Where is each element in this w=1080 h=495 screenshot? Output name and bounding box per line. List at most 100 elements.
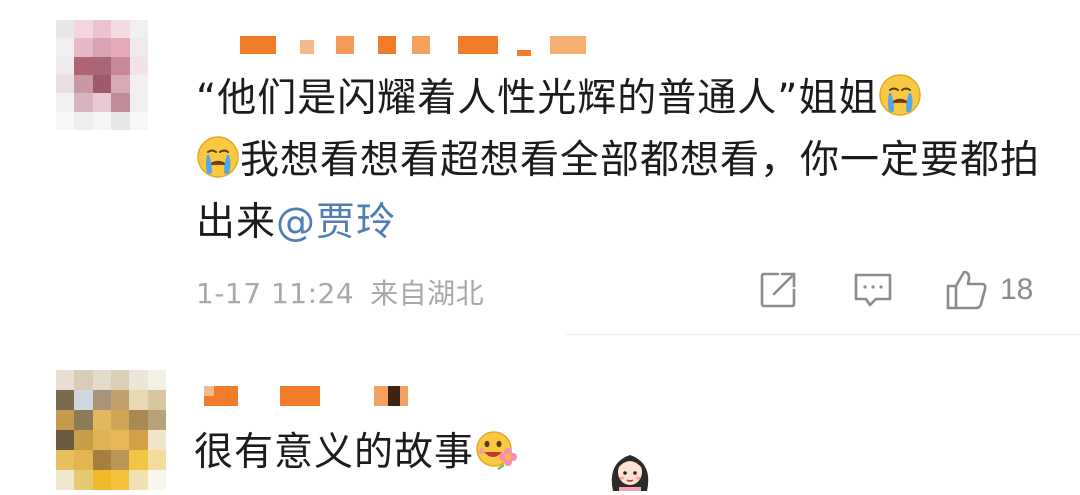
username-block xyxy=(204,386,214,396)
avatar-mosaic-tile xyxy=(56,56,75,75)
comment-divider xyxy=(566,334,1080,335)
avatar-mosaic-tile xyxy=(74,20,93,39)
avatar-mosaic-tile xyxy=(111,56,130,75)
avatar-mosaic-tile xyxy=(129,410,148,430)
avatar-mosaic-tile xyxy=(74,370,93,390)
avatar-mosaic-tile xyxy=(92,93,112,112)
comment-text: 很有意义的故事 xyxy=(194,422,518,484)
avatar-mosaic-tile xyxy=(147,410,166,430)
username-block xyxy=(517,50,531,56)
avatar-mosaic-tile xyxy=(56,111,75,130)
avatar-mosaic-tile xyxy=(74,93,93,112)
avatar-mosaic-tile xyxy=(74,390,93,410)
avatar-mosaic-tile xyxy=(56,410,75,430)
share-button[interactable] xyxy=(758,266,798,314)
avatar-mosaic-tile xyxy=(56,93,75,112)
avatar-mosaic-tile xyxy=(129,430,148,450)
avatar-mosaic-tile xyxy=(74,410,93,430)
avatar-mosaic-tile xyxy=(111,450,130,470)
avatar-mosaic-tile xyxy=(111,93,130,112)
crying-emoji-icon xyxy=(878,73,922,117)
avatar-mosaic-tile xyxy=(92,410,111,430)
avatar-mosaic-tile xyxy=(92,20,112,39)
avatar-mosaic-tile xyxy=(111,410,130,430)
comment-text-part: “他们是闪耀着人性光辉的普通人”姐姐 xyxy=(196,76,879,121)
username-block xyxy=(280,386,320,406)
avatar-mosaic-tile xyxy=(129,470,148,490)
comment-text-part: 很有意义的故事 xyxy=(194,430,475,475)
avatar-mosaic-tile xyxy=(56,370,75,390)
avatar-mosaic-tile xyxy=(129,20,148,39)
avatar-mosaic-tile xyxy=(129,93,148,112)
avatar-mosaic-tile xyxy=(147,370,166,390)
avatar-mosaic-tile xyxy=(92,450,111,470)
username-block xyxy=(240,36,276,54)
avatar-mosaic-tile xyxy=(56,450,75,470)
avatar-mosaic-tile xyxy=(147,390,166,410)
avatar-mosaic-tile xyxy=(111,75,130,94)
avatar-mosaic-tile xyxy=(56,75,75,94)
avatar-mosaic-tile xyxy=(74,430,93,450)
flower-smile-emoji-icon xyxy=(474,427,518,471)
avatar-mosaic-tile xyxy=(56,390,75,410)
avatar-mosaic-tile xyxy=(129,390,148,410)
avatar-mosaic-tile xyxy=(74,450,93,470)
commenter-avatar[interactable] xyxy=(56,20,148,130)
avatar-mosaic-tile xyxy=(92,111,112,130)
avatar-mosaic-tile xyxy=(92,56,112,75)
comment-meta: 1-17 11:24 来自湖北 xyxy=(196,272,500,312)
avatar-mosaic-tile xyxy=(129,38,148,57)
avatar-mosaic-tile xyxy=(56,430,75,450)
avatar-mosaic-tile xyxy=(111,390,130,410)
comment-text: “他们是闪耀着人性光辉的普通人”姐姐 我想看想看超想看全部都想看，你一定要都拍出… xyxy=(196,68,1046,254)
avatar-mosaic-tile xyxy=(74,56,93,75)
like-icon xyxy=(946,270,987,310)
username-block xyxy=(412,36,430,54)
avatar-mosaic-tile xyxy=(111,38,130,57)
username-block xyxy=(550,36,586,54)
avatar-mosaic-tile xyxy=(74,38,93,57)
avatar-mosaic-tile xyxy=(111,370,130,390)
avatar-mosaic-tile xyxy=(56,20,75,39)
avatar-mosaic-tile xyxy=(111,20,130,39)
avatar-mosaic-tile xyxy=(111,430,130,450)
avatar-mosaic-tile xyxy=(129,56,148,75)
comment-button[interactable] xyxy=(852,266,894,314)
avatar-mosaic-tile xyxy=(129,450,148,470)
username-block xyxy=(336,36,354,54)
avatar-mosaic-tile xyxy=(147,450,166,470)
avatar-mosaic-tile xyxy=(74,75,93,94)
avatar-mosaic-tile xyxy=(129,111,148,130)
username-pixelated[interactable] xyxy=(204,386,424,408)
username-block xyxy=(388,386,400,406)
avatar-mosaic-tile xyxy=(111,470,130,490)
mention-link[interactable]: @贾玲 xyxy=(276,200,396,245)
username-block xyxy=(458,36,498,54)
avatar-mosaic-tile xyxy=(56,38,75,57)
avatar-mosaic-tile xyxy=(129,75,148,94)
like-button[interactable]: 18 xyxy=(944,266,1033,314)
username-pixelated[interactable] xyxy=(240,36,590,58)
avatar-mosaic-tile xyxy=(92,75,112,94)
comment-time: 1-17 11:24 xyxy=(196,277,355,310)
avatar-mosaic-tile xyxy=(56,470,75,490)
avatar-mosaic-tile xyxy=(92,370,111,390)
avatar-mosaic-tile xyxy=(92,390,111,410)
avatar-mosaic-tile xyxy=(92,38,112,57)
avatar-mosaic-tile xyxy=(147,470,166,490)
avatar-mosaic-tile xyxy=(129,370,148,390)
like-count: 18 xyxy=(1000,273,1034,306)
avatar-mosaic-tile xyxy=(92,470,111,490)
avatar-mosaic-tile xyxy=(111,111,130,130)
commenter-avatar[interactable] xyxy=(56,370,166,490)
avatar-mosaic-tile xyxy=(74,111,93,130)
avatar-mosaic-tile xyxy=(92,430,111,450)
username-block xyxy=(378,36,396,54)
avatar-mosaic-tile xyxy=(147,430,166,450)
comment-icon xyxy=(854,273,892,307)
cartoon-girl-sticker xyxy=(605,444,655,491)
crying-emoji-icon xyxy=(196,135,240,179)
comment-location: 来自湖北 xyxy=(370,277,485,310)
share-icon xyxy=(760,272,796,308)
avatar-mosaic-tile xyxy=(74,470,93,490)
